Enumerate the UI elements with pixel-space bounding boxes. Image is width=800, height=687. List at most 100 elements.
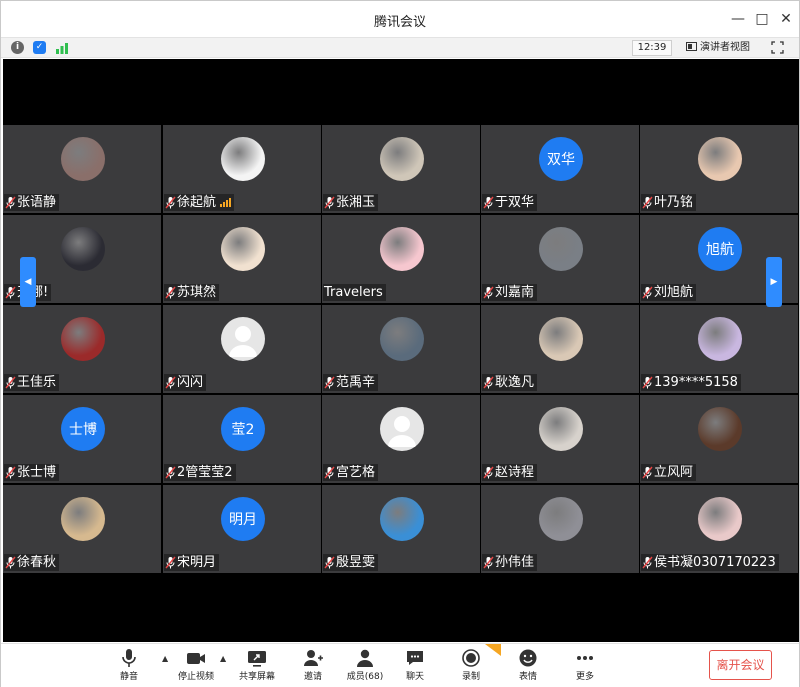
- share-screen-button[interactable]: 共享屏幕: [229, 648, 285, 682]
- participant-avatar: [698, 317, 742, 361]
- avatar-initials: 双华: [547, 152, 575, 168]
- window-title: 腾讯会议: [373, 15, 426, 30]
- muted-mic-icon: [5, 556, 16, 569]
- participant-name-label: 苏琪然: [164, 284, 220, 301]
- participant-avatar: [539, 407, 583, 451]
- muted-mic-icon: [5, 286, 16, 299]
- more-dots-icon: [577, 656, 593, 660]
- shield-icon[interactable]: ✓: [33, 41, 46, 54]
- fullscreen-icon[interactable]: [771, 41, 784, 54]
- previous-page-button[interactable]: ◀: [20, 257, 36, 307]
- participant-name: 张士博: [17, 465, 57, 480]
- participant-avatar: [380, 227, 424, 271]
- participant-name: 徐起航: [177, 195, 217, 210]
- record-icon: [462, 649, 480, 667]
- audio-level-icon: [220, 198, 232, 207]
- muted-mic-icon: [483, 196, 494, 209]
- record-label: 录制: [461, 672, 480, 682]
- participant-tile[interactable]: 孙伟佳: [481, 485, 639, 573]
- participant-name-label: 宋明月: [164, 554, 220, 571]
- participant-tile[interactable]: 张湘玉: [322, 125, 480, 213]
- participant-avatar: 双华: [539, 137, 583, 181]
- network-signal-icon[interactable]: [55, 41, 69, 54]
- participant-tile[interactable]: 139****5158: [640, 305, 798, 393]
- muted-mic-icon: [483, 376, 494, 389]
- participant-tile[interactable]: 双华 于双华: [481, 125, 639, 213]
- default-user-icon: [380, 407, 424, 451]
- muted-mic-icon: [642, 376, 653, 389]
- participant-name: 徐春秋: [17, 555, 57, 570]
- participant-tile[interactable]: 范禹辛: [322, 305, 480, 393]
- microphone-icon: [122, 649, 136, 667]
- participant-avatar: 莹2: [221, 407, 265, 451]
- participant-name-label: Travelers: [323, 284, 386, 301]
- more-label: 更多: [575, 672, 594, 682]
- participant-grid: 张语静徐起航张湘玉双华于双华叶乃铭天哪!苏琪然Travelers刘嘉南旭航刘旭航…: [3, 125, 799, 575]
- record-button[interactable]: 录制: [443, 648, 499, 682]
- muted-mic-icon: [483, 466, 494, 479]
- participant-tile[interactable]: 立风阿: [640, 395, 798, 483]
- participant-tile[interactable]: 王佳乐: [3, 305, 161, 393]
- muted-mic-icon: [324, 556, 335, 569]
- invite-button[interactable]: 邀请: [285, 648, 341, 682]
- members-button[interactable]: 成员(68): [337, 648, 393, 682]
- participant-name-label: 刘嘉南: [482, 284, 538, 301]
- participant-tile[interactable]: 叶乃铭: [640, 125, 798, 213]
- participant-avatar: [539, 497, 583, 541]
- participant-tile[interactable]: 莹2 2管莹莹2: [163, 395, 321, 483]
- participant-avatar: [221, 227, 265, 271]
- muted-mic-icon: [5, 376, 16, 389]
- speaker-view-button[interactable]: 演讲者视图: [686, 40, 750, 56]
- participant-tile[interactable]: 张语静: [3, 125, 161, 213]
- close-button[interactable]: ✕: [775, 8, 797, 30]
- minimize-button[interactable]: —: [727, 8, 749, 30]
- mute-button[interactable]: 静音: [101, 648, 157, 682]
- participant-tile[interactable]: 徐起航: [163, 125, 321, 213]
- smiley-icon: [519, 649, 537, 667]
- leave-meeting-button[interactable]: 离开会议: [709, 650, 772, 680]
- participant-tile[interactable]: 士博 张士博: [3, 395, 161, 483]
- more-button[interactable]: 更多: [557, 648, 613, 682]
- participant-avatar: 士博: [61, 407, 105, 451]
- participant-name-label: 闪闪: [164, 374, 207, 391]
- reactions-button[interactable]: 表情: [500, 648, 556, 682]
- muted-mic-icon: [324, 196, 335, 209]
- video-options-caret[interactable]: ▲: [220, 654, 226, 663]
- next-page-button[interactable]: ▶: [766, 257, 782, 307]
- avatar-initials: 旭航: [706, 242, 734, 258]
- participant-tile[interactable]: 闪闪: [163, 305, 321, 393]
- mute-label: 静音: [119, 672, 138, 682]
- meeting-clock: 12:39: [632, 40, 672, 56]
- members-label: 成员(68): [346, 672, 384, 682]
- muted-mic-icon: [483, 556, 494, 569]
- muted-mic-icon: [5, 196, 16, 209]
- participant-avatar: [698, 407, 742, 451]
- participant-tile[interactable]: Travelers: [322, 215, 480, 303]
- maximize-button[interactable]: □: [751, 8, 773, 30]
- participant-name: 孙伟佳: [495, 555, 535, 570]
- avatar-initials: 莹2: [231, 422, 255, 438]
- participant-tile[interactable]: 明月 宋明月: [163, 485, 321, 573]
- participant-tile[interactable]: 殷昱雯: [322, 485, 480, 573]
- participant-name: 刘旭航: [654, 285, 694, 300]
- participant-avatar: [539, 317, 583, 361]
- stop-video-button[interactable]: 停止视频: [168, 648, 224, 682]
- participant-name: 刘嘉南: [495, 285, 535, 300]
- participant-tile[interactable]: 赵诗程: [481, 395, 639, 483]
- participant-tile[interactable]: 宫艺格: [322, 395, 480, 483]
- share-screen-icon: [248, 651, 266, 667]
- muted-mic-icon: [642, 556, 653, 569]
- chat-button[interactable]: 聊天: [387, 648, 443, 682]
- speaker-view-label: 演讲者视图: [700, 42, 750, 53]
- speaker-view-icon: [686, 42, 697, 51]
- info-icon[interactable]: i: [11, 41, 24, 54]
- participant-name-label: 立风阿: [641, 464, 697, 481]
- participant-name-label: 139****5158: [641, 374, 741, 391]
- muted-mic-icon: [5, 466, 16, 479]
- participant-tile[interactable]: 耿逸凡: [481, 305, 639, 393]
- participant-tile[interactable]: 刘嘉南: [481, 215, 639, 303]
- muted-mic-icon: [165, 286, 176, 299]
- participant-tile[interactable]: 侯书凝0307170223: [640, 485, 798, 573]
- participant-tile[interactable]: 徐春秋: [3, 485, 161, 573]
- participant-tile[interactable]: 苏琪然: [163, 215, 321, 303]
